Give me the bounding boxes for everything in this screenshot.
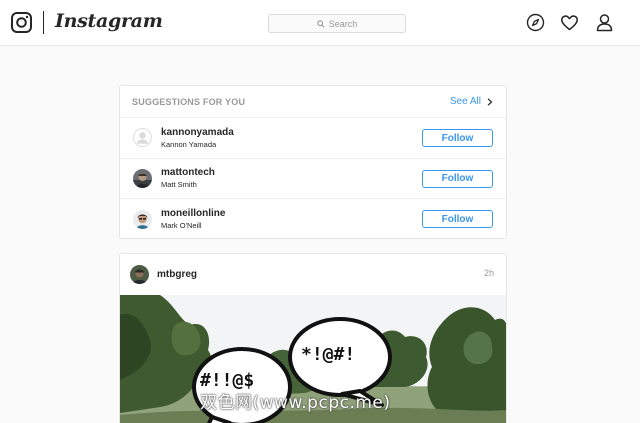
post-username[interactable]: mtbgreg [157,269,197,280]
instagram-wordmark[interactable]: Instagram [55,10,163,32]
search-placeholder: Search [328,18,358,29]
suggestions-card: SUGGESTIONS FOR YOU See All kannonyamada… [119,85,507,239]
follow-button[interactable]: Follow [422,210,493,228]
follow-button[interactable]: Follow [422,169,493,188]
photo-avatar-icon [133,168,152,188]
suggestion-names: mattontech Matt Smith [161,167,215,189]
see-all-label: See All [449,96,481,107]
suggestion-row: kannonyamada Kannon Yamada Follow [120,118,506,159]
chevron-right-icon [487,97,493,106]
suggestion-fullname: Matt Smith [161,180,197,190]
follow-button[interactable]: Follow [422,129,493,147]
suggestion-fullname: Mark O'Neill [161,221,202,231]
suggestion-fullname: Kannon Yamada [161,139,217,149]
suggestion-username[interactable]: kannonyamada [161,127,234,138]
instagram-camera-icon[interactable] [11,12,32,33]
profile-icon[interactable] [595,13,614,32]
search-input[interactable]: Search [268,14,406,33]
avatar[interactable] [133,209,152,229]
suggestion-names: moneillonline Mark O'Neill [161,208,225,230]
bubble-right-text: *!@#! [301,344,356,365]
search-icon [317,19,325,28]
watermark-text: 双色网(www.pcpc.me) [200,393,391,413]
avatar[interactable] [133,128,152,148]
suggestions-header: SUGGESTIONS FOR YOU See All [120,86,506,118]
suggestion-names: kannonyamada Kannon Yamada [161,127,234,149]
suggestion-username[interactable]: moneillonline [161,208,225,219]
top-navigation-bar: Instagram Search [0,0,640,46]
photo-avatar-icon [133,209,152,229]
default-avatar-icon [133,128,152,148]
avatar[interactable] [133,168,152,188]
post-header: mtbgreg 2h [120,254,506,295]
suggestion-row: mattontech Matt Smith Follow [120,159,506,199]
compass-icon[interactable] [526,13,545,32]
heart-icon[interactable] [560,13,579,32]
suggestion-username[interactable]: mattontech [161,167,215,178]
suggestions-title: SUGGESTIONS FOR YOU [132,96,246,107]
post-avatar[interactable] [130,265,149,284]
see-all-link[interactable]: See All [450,96,493,107]
photo-avatar-icon [130,265,149,284]
suggestion-row: moneillonline Mark O'Neill Follow [120,199,506,240]
post-timestamp[interactable]: 2h [484,268,494,278]
logo-divider [43,11,44,34]
